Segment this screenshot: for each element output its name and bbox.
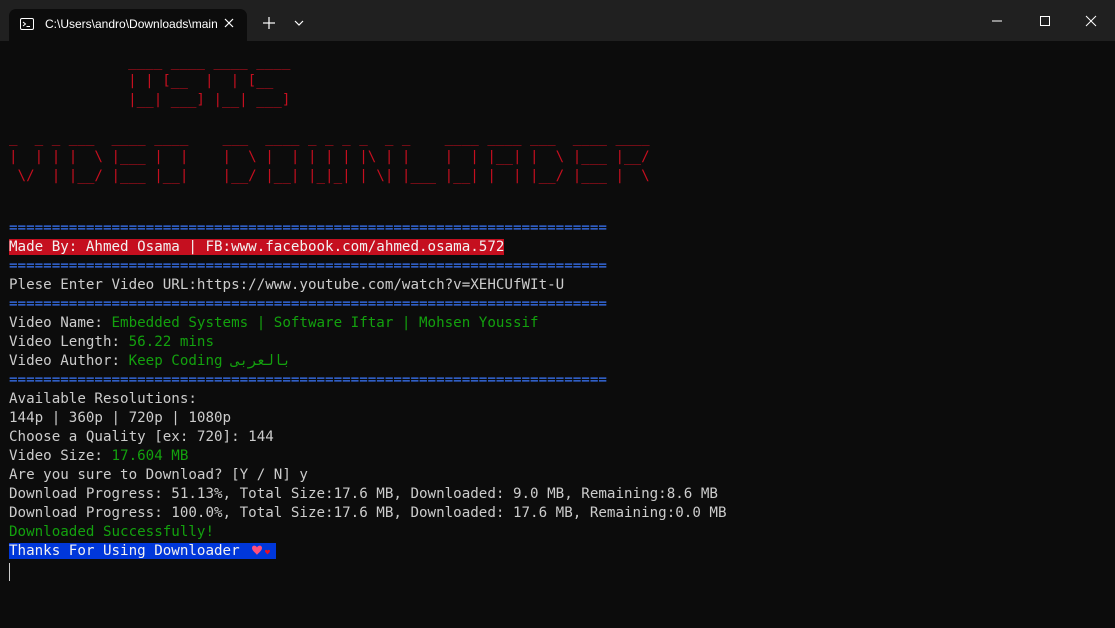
thanks-text: Thanks For Using Downloader — [9, 543, 249, 559]
hearts-icon — [252, 545, 271, 555]
thanks-highlight: Thanks For Using Downloader — [9, 543, 277, 559]
credits-line: Made By: Ahmed Osama | FB:www.facebook.c… — [9, 238, 505, 257]
download-progress: Download Progress: 51.13%, Total Size:17… — [9, 486, 718, 502]
ascii-art-line: | | | | \ |___ | | | \ | | | | | |\ | | … — [9, 149, 650, 165]
download-progress: Download Progress: 100.0%, Total Size:17… — [9, 505, 727, 521]
video-author-value: Keep Coding بالعربى — [128, 353, 291, 369]
thanks-line: Thanks For Using Downloader — [9, 542, 277, 561]
video-author-line: Video Author: Keep Coding بالعربى — [9, 352, 291, 371]
close-window-icon[interactable] — [1084, 14, 1098, 28]
credits-text: Made By: Ahmed Osama | FB:www.facebook.c… — [9, 239, 505, 255]
download-confirm: Are you sure to Download? [Y / N] y — [9, 467, 308, 483]
chevron-down-icon[interactable] — [292, 16, 306, 30]
video-length-label: Video Length: — [9, 334, 129, 350]
video-length-value: 56.22 mins — [128, 334, 215, 350]
video-author-label: Video Author: — [9, 353, 129, 369]
resolutions-heading: Available Resolutions: — [9, 391, 197, 407]
separator-line: ========================================… — [9, 372, 607, 388]
ascii-art-line: ____ ____ ____ ____ — [111, 54, 291, 70]
quality-prompt: Choose a Quality [ex: 720]: 144 — [9, 429, 274, 445]
video-size-label: Video Size: — [9, 448, 112, 464]
separator-line: ========================================… — [9, 258, 607, 274]
url-prompt-line: Plese Enter Video URL:https://www.youtub… — [9, 276, 564, 295]
minimize-icon[interactable] — [990, 14, 1004, 28]
close-tab-icon[interactable] — [221, 15, 237, 31]
url-prompt-label: Plese Enter Video URL: — [9, 277, 197, 293]
video-name-line: Video Name: Embedded Systems | Software … — [9, 314, 539, 333]
ascii-art-line: |__| ___] |__| ___] — [111, 92, 291, 108]
title-bar: C:\Users\andro\Downloads\main — [0, 0, 1115, 41]
ascii-art-line: _ _ _ ___ ____ ____ ___ ____ _ _ _ _ _ _… — [9, 130, 650, 146]
ascii-art-line: \/ | |__/ |___ |__| |__/ |__| |_|_| | \|… — [9, 168, 650, 184]
video-size-value: 17.604 MB — [111, 448, 189, 464]
download-success: Downloaded Successfully! — [9, 524, 214, 540]
video-length-line: Video Length: 56.22 mins — [9, 333, 214, 352]
terminal-window: C:\Users\andro\Downloads\main ____ ____ … — [0, 0, 1115, 628]
maximize-icon[interactable] — [1038, 14, 1052, 28]
video-size-line: Video Size: 17.604 MB — [9, 447, 188, 466]
terminal-output[interactable]: ____ ____ ____ ____ | | [__ | | [__ |__|… — [0, 41, 1115, 628]
separator-line: ========================================… — [9, 220, 607, 236]
new-tab-icon[interactable] — [261, 15, 277, 31]
terminal-icon — [20, 18, 34, 30]
tab-active[interactable]: C:\Users\andro\Downloads\main — [9, 9, 247, 41]
separator-line: ========================================… — [9, 296, 607, 312]
url-prompt-value: https://www.youtube.com/watch?v=XEHCUfWI… — [196, 277, 565, 293]
text-cursor — [9, 563, 10, 581]
tab-title: C:\Users\andro\Downloads\main — [45, 17, 217, 31]
resolutions-list: 144p | 360p | 720p | 1080p — [9, 410, 232, 426]
video-name-value: Embedded Systems | Software Iftar | Mohs… — [111, 315, 539, 331]
video-name-label: Video Name: — [9, 315, 112, 331]
ascii-art-line: | | [__ | | [__ — [111, 73, 282, 89]
